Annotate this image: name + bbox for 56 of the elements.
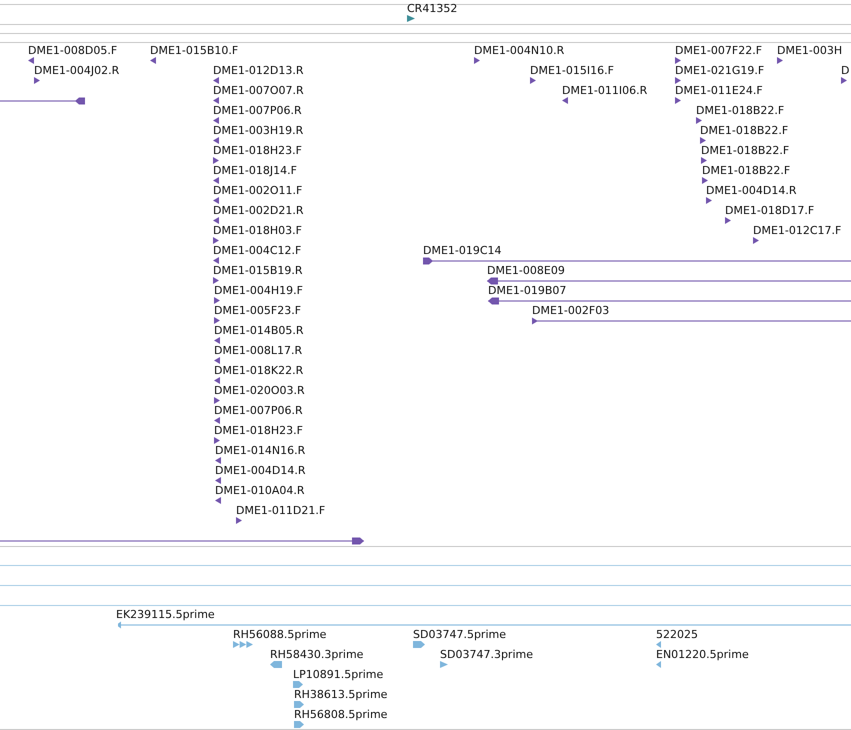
- feature-label: DME1-002D21.R: [213, 204, 304, 217]
- feature-label: DME1-011I06.R: [562, 84, 648, 97]
- feature-label: DME1-008D05.F: [28, 44, 118, 57]
- feature-label: RH58430.3prime: [270, 648, 364, 661]
- feature-label: RH38613.5prime: [294, 688, 388, 701]
- feature-label: DME1-011E24.F: [675, 84, 763, 97]
- feature-label: DME1-018H03.F: [213, 224, 302, 237]
- feature-label: DME1-015I16.F: [530, 64, 614, 77]
- feature-label: DME1-008E09: [487, 264, 565, 277]
- feature-label: RH56088.5prime: [233, 628, 326, 641]
- feature-label: D: [841, 64, 850, 77]
- feature-label: DME1-018B22.F: [701, 144, 790, 157]
- feature-label: DME1-003H: [777, 44, 842, 57]
- feature-label: DME1-011D21.F: [236, 504, 326, 517]
- feature-label: DME1-018D17.F: [725, 204, 814, 217]
- feature-label: DME1-018H23.F: [214, 424, 303, 437]
- feature-label: DME1-005F23.F: [214, 304, 302, 317]
- feature-label: SD03747.3prime: [440, 648, 533, 661]
- feature-label: CR41352: [407, 2, 458, 15]
- feature-label: DME1-002F03: [532, 304, 610, 317]
- feature-label: DME1-007O07.R: [213, 84, 304, 97]
- feature-label: LP10891.5prime: [293, 668, 384, 681]
- feature-label: DME1-020O03.R: [214, 384, 305, 397]
- feature-label: DME1-018K22.R: [214, 364, 304, 377]
- feature-label: DME1-004C12.F: [213, 244, 302, 257]
- feature-label: DME1-019C14: [423, 244, 502, 257]
- feature-label: DME1-018B22.F: [702, 164, 790, 177]
- feature-label: DME1-003H19.R: [213, 124, 304, 137]
- feature-label: DME1-004H19.F: [214, 284, 303, 297]
- feature-label: DME1-018B22.F: [696, 104, 784, 117]
- feature-label: DME1-007P06.R: [213, 104, 302, 117]
- feature-label: DME1-012C17.F: [753, 224, 842, 237]
- feature-label: DME1-018H23.F: [213, 144, 302, 157]
- feature-label: SD03747.5prime: [413, 628, 506, 641]
- feature-label: DME1-018B22.F: [700, 124, 788, 137]
- feature-label: DME1-007P06.R: [214, 404, 303, 417]
- feature-label: DME1-010A04.R: [215, 484, 305, 497]
- feature-label: DME1-004J02.R: [34, 64, 120, 77]
- feature-label: DME1-015B10.F: [150, 44, 238, 57]
- feature-label: DME1-004D14.R: [215, 464, 306, 477]
- feature-label: DME1-014N16.R: [215, 444, 306, 457]
- feature-label: DME1-012D13.R: [213, 64, 304, 77]
- feature-label: DME1-004D14.R: [706, 184, 796, 197]
- feature-label: EK239115.5prime: [116, 608, 215, 621]
- feature-label: DME1-002O11.F: [213, 184, 302, 197]
- feature-label: EN01220.5prime: [656, 648, 749, 661]
- feature-label: DME1-018J14.F: [213, 164, 297, 177]
- feature-label: DME1-007F22.F: [675, 44, 762, 57]
- feature-label: DME1-014B05.R: [214, 324, 304, 337]
- feature-label: DME1-008L17.R: [214, 344, 302, 357]
- feature-label: DME1-004N10.R: [474, 44, 564, 57]
- feature-label: DME1-019B07: [488, 284, 566, 297]
- feature-label: 522025: [656, 628, 698, 641]
- feature-label: RH56808.5prime: [294, 708, 388, 721]
- feature-label: DME1-021G19.F: [675, 64, 764, 77]
- feature-label: DME1-015B19.R: [213, 264, 303, 277]
